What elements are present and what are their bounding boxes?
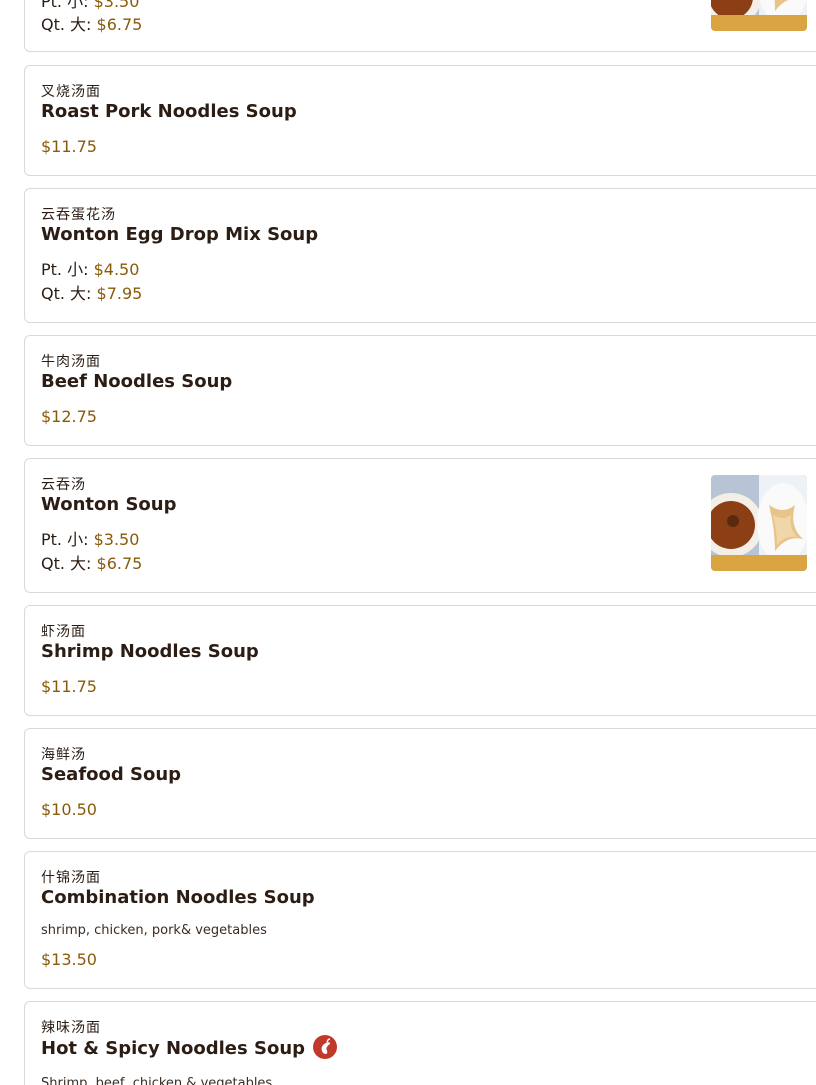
menu-item-card[interactable]: 什锦汤面 Combination Noodles Soup shrimp, ch… [24,851,816,989]
price-line: Pt. 小: $4.50 [41,260,139,280]
price: $6.75 [96,554,143,573]
price-line: $10.50 [41,800,97,820]
price-line: $11.75 [41,137,97,157]
item-chinese-name: 海鲜汤 [41,747,86,763]
size-label: Qt. 大: [41,284,92,303]
price-line: Pt. 小: $3.50 [41,530,139,550]
item-chinese-name: 叉烧汤面 [41,84,101,100]
item-name: Wonton Egg Drop Mix Soup [41,224,319,245]
price: $11.75 [41,677,97,696]
soup-menu-list: Pt. 小: $3.50 Qt. 大: $6.75 叉烧汤面 Roast Por… [0,0,816,1085]
item-name: Beef Noodles Soup [41,371,233,392]
item-chinese-name: 云吞蛋花汤 [41,207,116,223]
price: $3.50 [93,0,140,11]
price-line: Pt. 小: $3.50 [41,0,139,12]
size-label: Pt. 小: [41,530,89,549]
price-line: Qt. 大: $6.75 [41,554,142,574]
price: $10.50 [41,800,97,819]
item-description: shrimp, chicken, pork& vegetables [41,923,267,938]
menu-item-card[interactable]: 虾汤面 Shrimp Noodles Soup $11.75 [24,605,816,716]
item-name: Roast Pork Noodles Soup [41,101,297,122]
price-line: $13.50 [41,950,97,970]
wonton-soup-photo[interactable] [711,475,807,571]
chili-pepper-icon [313,1035,338,1059]
item-name: Combination Noodles Soup [41,887,315,908]
item-name: Wonton Soup [41,494,177,515]
item-chinese-name: 什锦汤面 [41,870,101,886]
size-label: Qt. 大: [41,15,92,34]
item-name: Seafood Soup [41,764,182,785]
item-chinese-name: 云吞汤 [41,477,86,493]
menu-item-card[interactable]: Pt. 小: $3.50 Qt. 大: $6.75 [24,0,816,52]
menu-item-card[interactable]: 牛肉汤面 Beef Noodles Soup $12.75 [24,335,816,446]
item-chinese-name: 牛肉汤面 [41,354,101,370]
menu-item-card[interactable]: 云吞蛋花汤 Wonton Egg Drop Mix Soup Pt. 小: $4… [24,188,816,323]
size-label: Pt. 小: [41,260,89,279]
item-chinese-name: 虾汤面 [41,624,86,640]
wonton-soup-photo[interactable] [711,0,807,31]
price: $12.75 [41,407,97,426]
menu-item-card[interactable]: 辣味汤面 Hot & Spicy Noodles Soup Shrimp, be… [24,1001,816,1085]
price-line: $11.75 [41,677,97,697]
price: $3.50 [93,530,140,549]
menu-item-card[interactable]: 云吞汤 Wonton Soup Pt. 小: $3.50 Qt. 大: $6.7… [24,458,816,593]
price: $13.50 [41,950,97,969]
size-label: Pt. 小: [41,0,89,11]
price: $7.95 [96,284,143,303]
item-chinese-name: 辣味汤面 [41,1020,101,1036]
price-line: Qt. 大: $7.95 [41,284,142,304]
item-name-text: Hot & Spicy Noodles Soup [41,1038,306,1059]
item-name: Hot & Spicy Noodles Soup [41,1035,338,1061]
price: $6.75 [96,15,143,34]
price: $11.75 [41,137,97,156]
size-label: Qt. 大: [41,554,92,573]
menu-item-card[interactable]: 叉烧汤面 Roast Pork Noodles Soup $11.75 [24,65,816,176]
item-name: Shrimp Noodles Soup [41,641,259,662]
price-line: Qt. 大: $6.75 [41,15,142,35]
item-description: Shrimp, beef, chicken & vegetables [41,1076,273,1085]
price-line: $12.75 [41,407,97,427]
menu-item-card[interactable]: 海鲜汤 Seafood Soup $10.50 [24,728,816,839]
price: $4.50 [93,260,140,279]
